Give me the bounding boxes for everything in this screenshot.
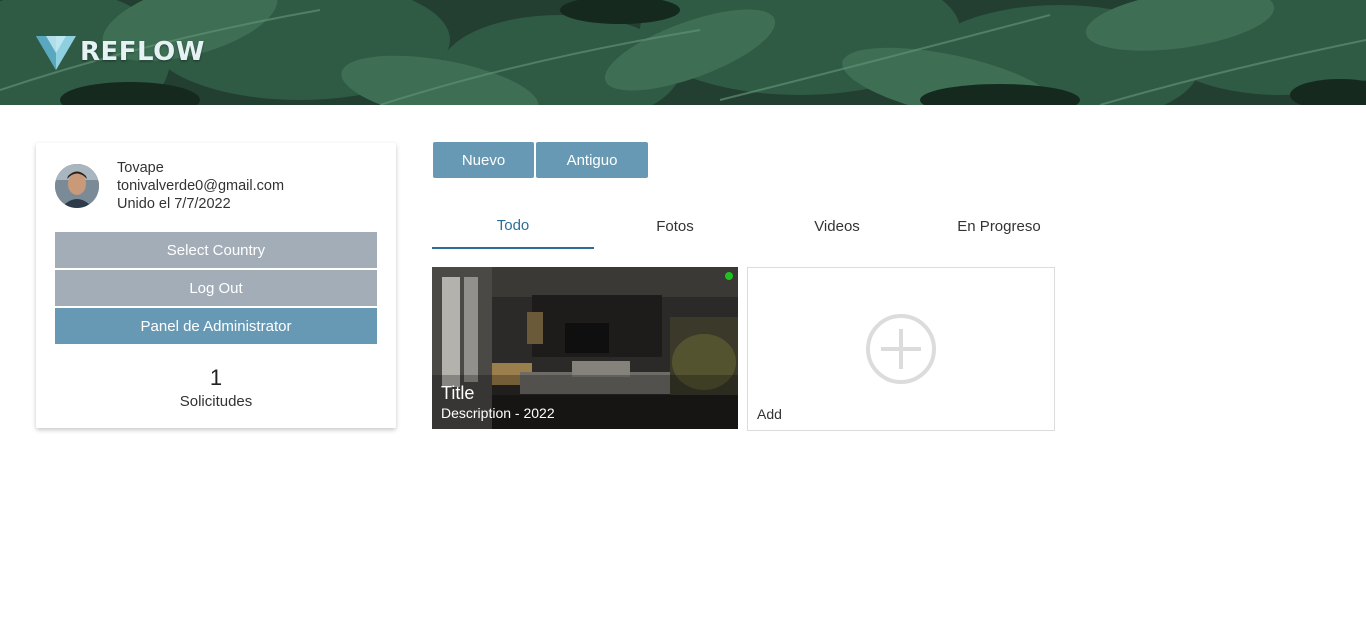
project-description: Description - 2022 xyxy=(441,405,555,421)
sort-old-button[interactable]: Antiguo xyxy=(536,142,648,178)
tab-fotos[interactable]: Fotos xyxy=(594,203,756,249)
plus-circle-icon xyxy=(866,314,936,384)
requests-count: 1 xyxy=(209,365,223,390)
profile-card: Tovape tonivalverde0@gmail.com Unido el … xyxy=(36,143,396,428)
add-label: Add xyxy=(757,406,782,422)
avatar[interactable] xyxy=(55,164,99,208)
tab-videos[interactable]: Videos xyxy=(756,203,918,249)
user-email: tonivalverde0@gmail.com xyxy=(117,178,285,194)
tab-en-progreso[interactable]: En Progreso xyxy=(918,203,1080,249)
add-project-card[interactable]: Add xyxy=(747,267,1055,431)
admin-panel-button[interactable]: Panel de Administrator xyxy=(55,308,377,344)
user-info: Tovape tonivalverde0@gmail.com Unido el … xyxy=(117,159,284,213)
requests-label: Solicitudes xyxy=(179,393,253,410)
brand-logo[interactable]: REFLOW xyxy=(36,33,205,71)
brand-name: REFLOW xyxy=(80,37,205,67)
sort-new-button[interactable]: Nuevo xyxy=(433,142,534,178)
username: Tovape xyxy=(117,160,164,176)
user-avatar-image xyxy=(55,164,99,208)
select-country-button[interactable]: Select Country xyxy=(55,232,377,268)
project-card[interactable]: Title Description - 2022 xyxy=(432,267,738,429)
logo-triangle-icon xyxy=(36,36,76,70)
header-banner: REFLOW xyxy=(0,0,1366,105)
tab-todo[interactable]: Todo xyxy=(432,203,594,249)
log-out-button[interactable]: Log Out xyxy=(55,270,377,306)
status-indicator xyxy=(725,272,733,280)
project-title: Title xyxy=(441,383,475,403)
join-date: Unido el 7/7/2022 xyxy=(117,196,231,212)
